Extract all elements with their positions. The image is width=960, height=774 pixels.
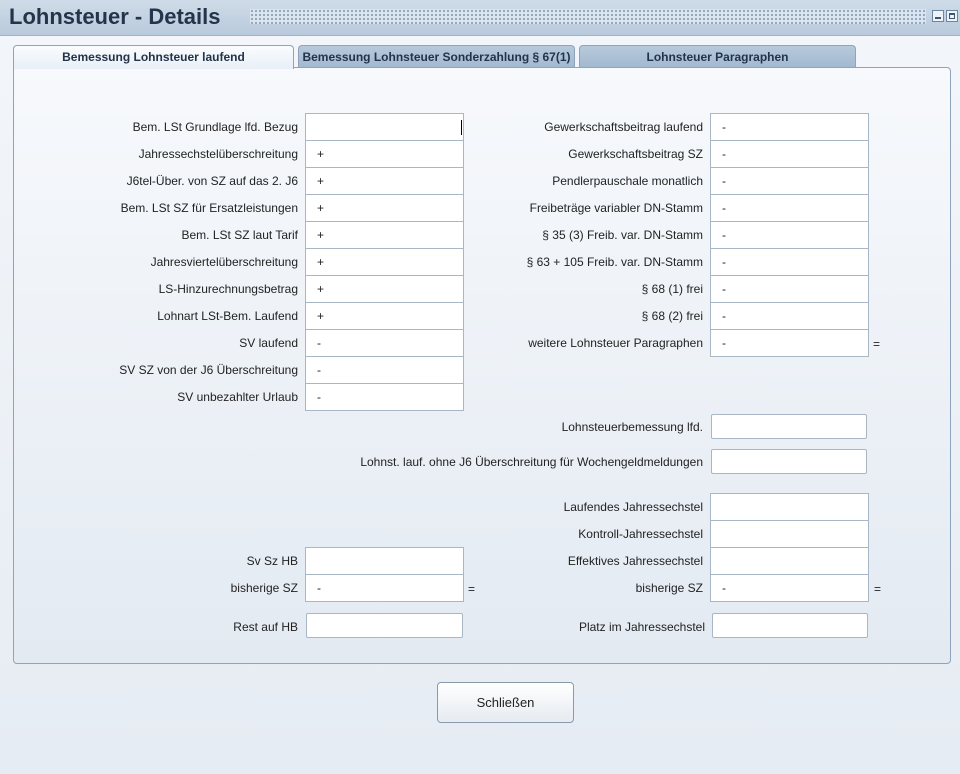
window-title: Lohnsteuer - Details xyxy=(9,4,221,29)
row-value: - xyxy=(710,140,869,168)
row-value: - xyxy=(710,248,869,276)
tab-lohnsteuer-paragraphen[interactable]: Lohnsteuer Paragraphen xyxy=(579,45,856,68)
row-value: + xyxy=(305,248,464,276)
ohne-j6-label: Lohnst. lauf. ohne J6 Überschreitung für… xyxy=(360,455,703,469)
row-label: Kontroll-Jahressechstel xyxy=(578,527,703,541)
rest-auf-hb-field[interactable] xyxy=(306,613,463,638)
rest-auf-hb-label: Rest auf HB xyxy=(233,620,298,634)
lohnsteuerbemessung-label: Lohnsteuerbemessung lfd. xyxy=(561,420,703,434)
minimize-icon[interactable] xyxy=(932,10,944,22)
row-label: SV laufend xyxy=(239,336,298,350)
row-label: LS-Hinzurechnungsbetrag xyxy=(158,282,298,296)
platz-field[interactable] xyxy=(712,613,868,638)
row-label: J6tel-Über. von SZ auf das 2. J6 xyxy=(126,174,298,188)
row-label: Lohnart LSt-Bem. Laufend xyxy=(157,309,298,323)
row-value: - xyxy=(305,356,464,384)
row-value: - xyxy=(710,113,869,141)
row-label: Jahressechstelüberschreitung xyxy=(138,147,298,161)
row-label: bisherige SZ xyxy=(230,581,298,595)
row-value: + xyxy=(305,194,464,222)
sum-equals-sign: = xyxy=(873,337,881,351)
row-value: - xyxy=(710,167,869,195)
lohnsteuerbemessung-field[interactable] xyxy=(711,414,867,439)
tab-bemessung-lohnsteuer-sonderzahlung[interactable]: Bemessung Lohnsteuer Sonderzahlung § 67(… xyxy=(298,45,575,68)
row-label: Laufendes Jahressechstel xyxy=(563,500,703,514)
tab-bemessung-lohnsteuer-laufend[interactable]: Bemessung Lohnsteuer laufend xyxy=(13,45,294,69)
row-label: Effektives Jahressechstel xyxy=(567,554,703,568)
row-value: - xyxy=(305,383,464,411)
maximize-icon[interactable] xyxy=(946,10,958,22)
row-value: + xyxy=(305,275,464,303)
close-button[interactable]: Schließen xyxy=(437,682,574,723)
row-value xyxy=(305,547,464,575)
row-label: § 63 + 105 Freib. var. DN-Stamm xyxy=(526,255,703,269)
sum-equals-sign: = xyxy=(468,582,476,596)
row-label: SV unbezahlter Urlaub xyxy=(177,390,298,404)
row-value xyxy=(710,493,869,521)
row-value: - xyxy=(710,329,869,357)
title-bar-pattern xyxy=(250,9,926,24)
row-label: Gewerkschaftsbeitrag laufend xyxy=(544,120,703,134)
row-label: Bem. LSt Grundlage lfd. Bezug xyxy=(132,120,298,134)
row-value: - xyxy=(710,275,869,303)
row-value xyxy=(710,520,869,548)
row-value: + xyxy=(305,221,464,249)
row-value: - xyxy=(710,194,869,222)
row-label: Sv Sz HB xyxy=(246,554,298,568)
row-label: bisherige SZ xyxy=(635,581,703,595)
row-label: § 35 (3) Freib. var. DN-Stamm xyxy=(542,228,703,242)
row-value: + xyxy=(305,167,464,195)
platz-label: Platz im Jahressechstel xyxy=(578,620,705,634)
row-value: - xyxy=(710,302,869,330)
row-label: Gewerkschaftsbeitrag SZ xyxy=(568,147,703,161)
row-value: - xyxy=(710,574,869,602)
row-value: + xyxy=(305,140,464,168)
row-label: Jahresviertelüberschreitung xyxy=(150,255,298,269)
title-bar: Lohnsteuer - Details xyxy=(0,0,960,36)
row-label: weitere Lohnsteuer Paragraphen xyxy=(528,336,703,350)
row-value: - xyxy=(305,329,464,357)
row-label: Bem. LSt SZ laut Tarif xyxy=(181,228,299,242)
row-value xyxy=(710,547,869,575)
row-label: § 68 (1) frei xyxy=(641,282,703,296)
row-value: - xyxy=(710,221,869,249)
row-label: SV SZ von der J6 Überschreitung xyxy=(119,363,298,377)
ohne-j6-field[interactable] xyxy=(711,449,867,474)
row-label: § 68 (2) frei xyxy=(641,309,703,323)
row-label: Bem. LSt SZ für Ersatzleistungen xyxy=(120,201,298,215)
row-value: + xyxy=(305,302,464,330)
row-value: - xyxy=(305,574,464,602)
row-label: Pendlerpauschale monatlich xyxy=(552,174,703,188)
sum-equals-sign: = xyxy=(874,582,882,596)
row-label: Freibeträge variabler DN-Stamm xyxy=(529,201,703,215)
bem-lst-grundlage-field[interactable] xyxy=(305,113,464,141)
